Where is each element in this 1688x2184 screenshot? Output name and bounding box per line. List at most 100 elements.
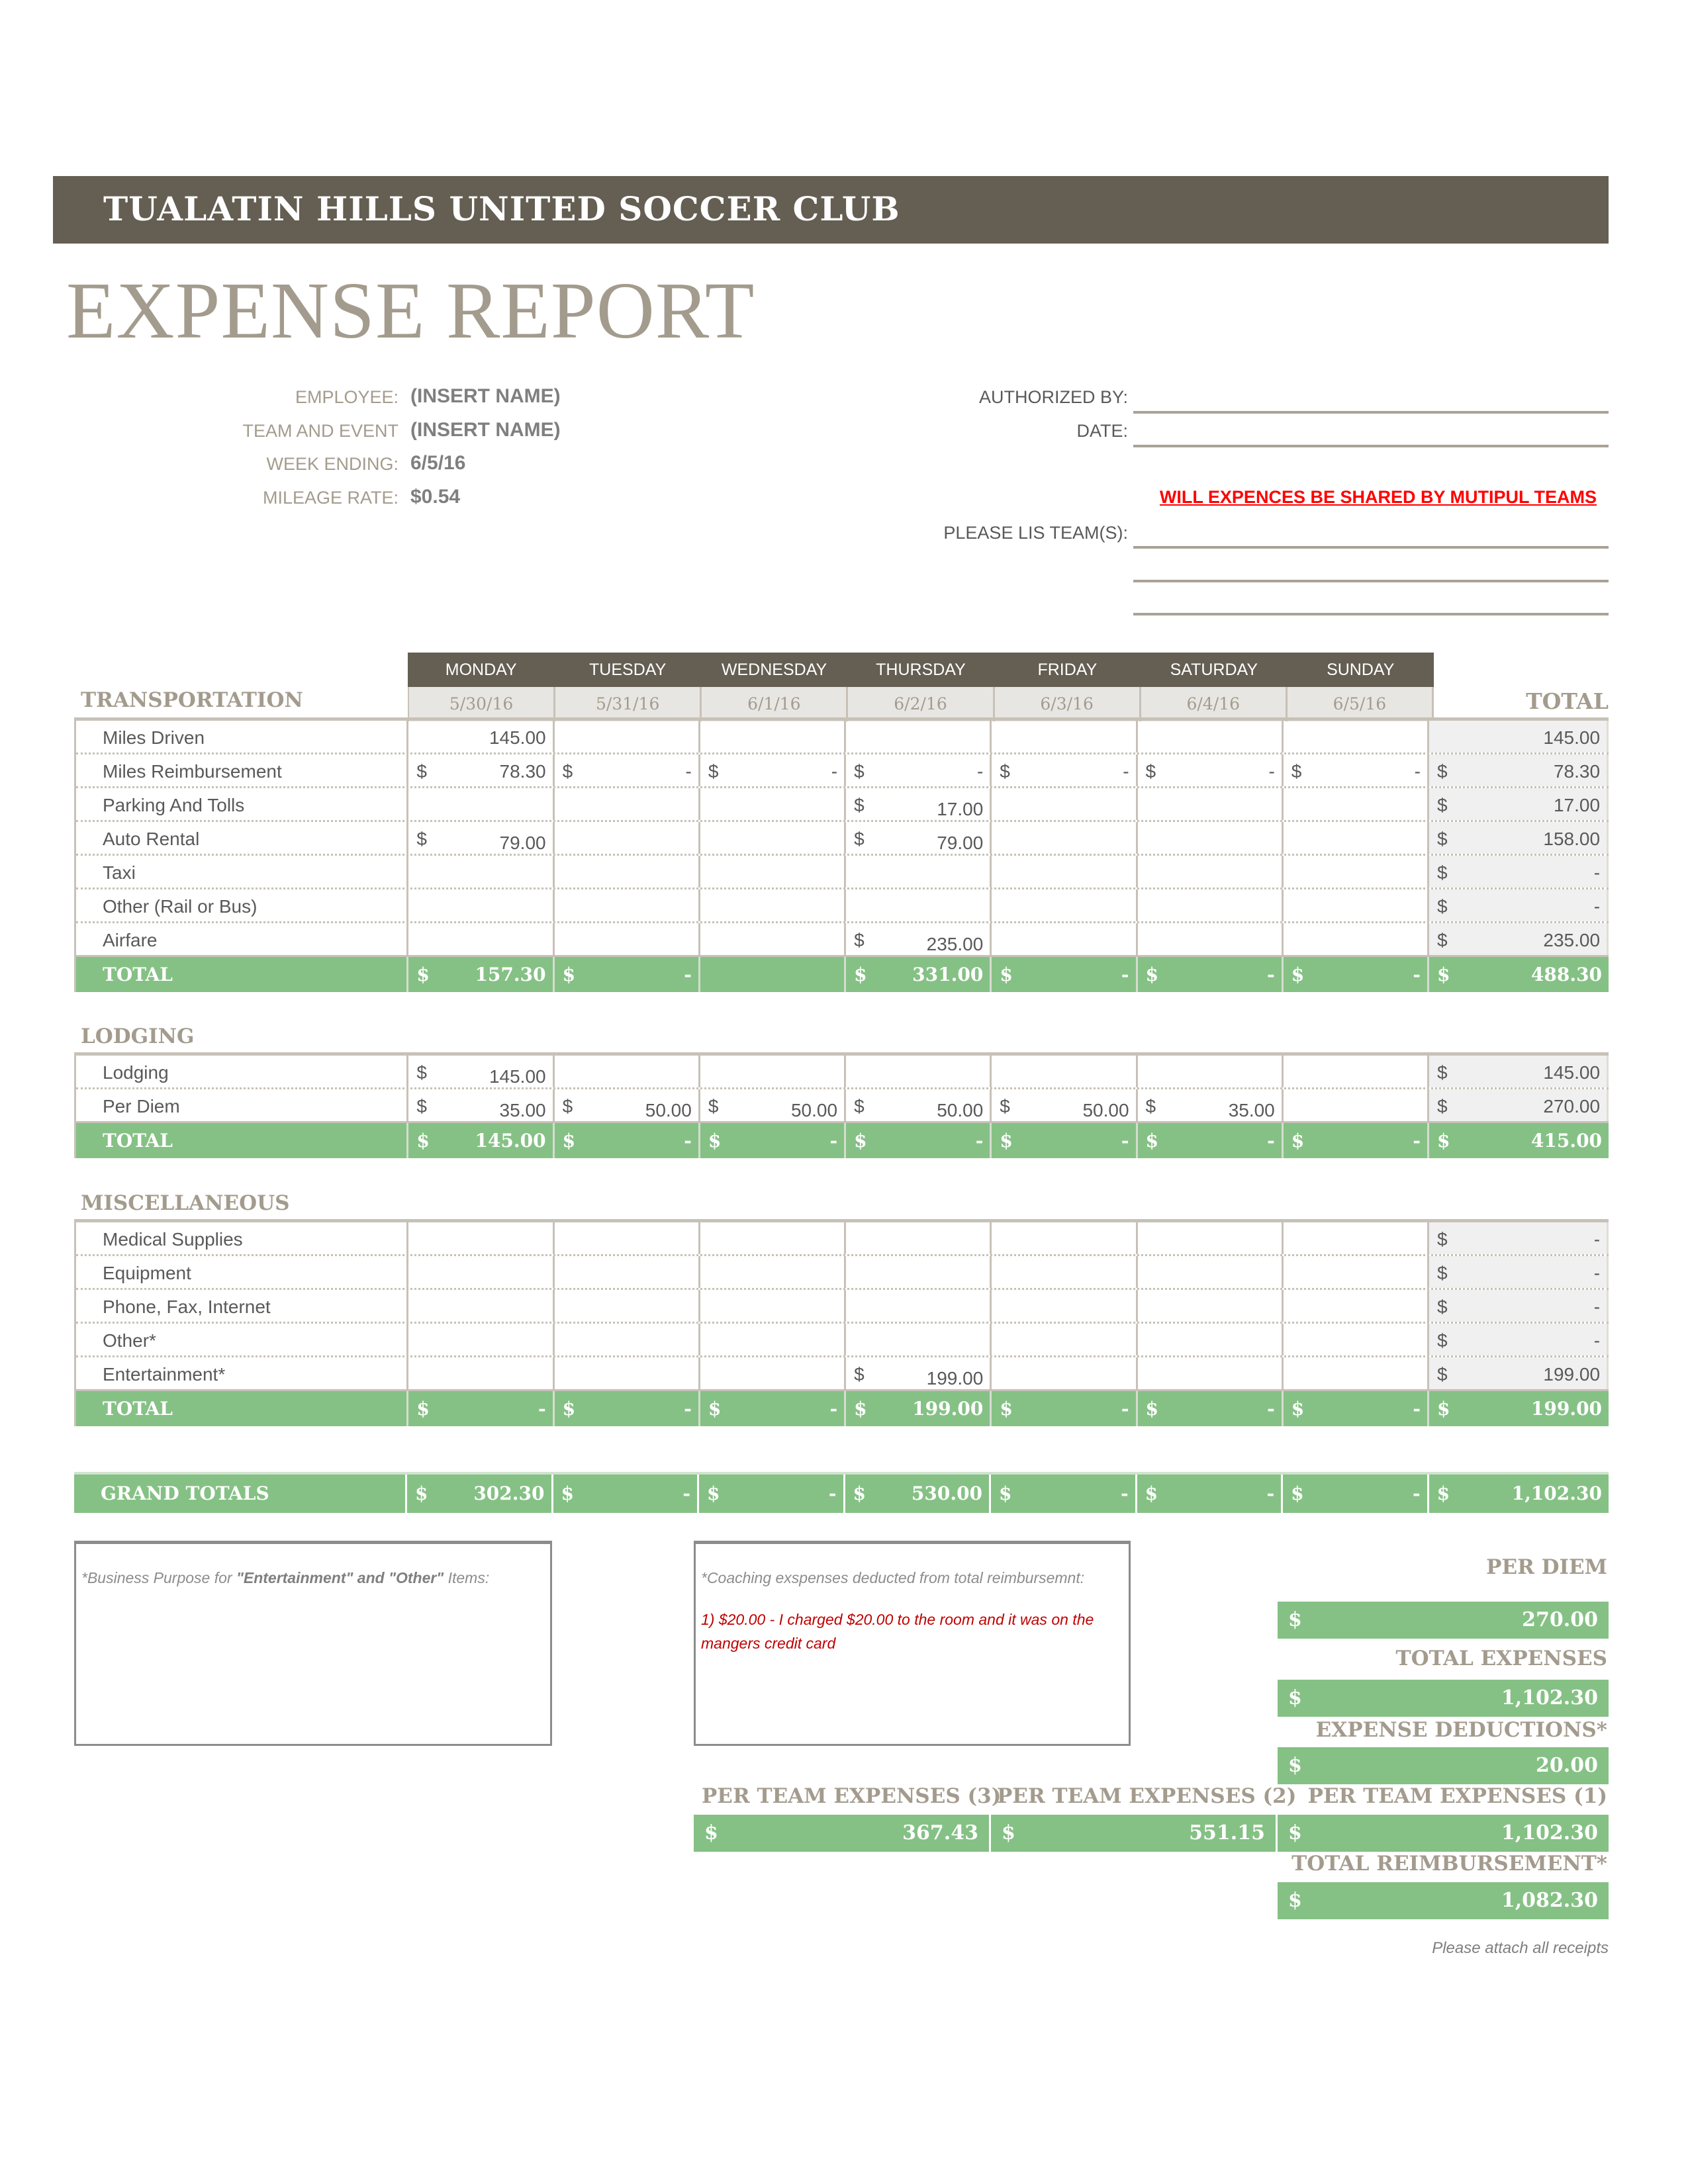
day-cell[interactable] — [1284, 1324, 1429, 1355]
day-cell[interactable] — [555, 721, 700, 752]
day-cell[interactable] — [1138, 856, 1284, 887]
day-cell[interactable] — [555, 788, 700, 820]
day-cell[interactable] — [700, 822, 847, 854]
day-cell[interactable] — [846, 1056, 992, 1087]
day-cell[interactable] — [555, 1357, 700, 1389]
day-cell[interactable]: $78.30 — [408, 754, 555, 786]
day-cell[interactable]: 145.00 — [408, 721, 555, 752]
day-cell[interactable] — [1138, 1290, 1284, 1322]
day-cell[interactable] — [1284, 721, 1429, 752]
day-cell[interactable] — [408, 923, 555, 955]
day-cell[interactable] — [700, 1357, 847, 1389]
team-line-1[interactable] — [1133, 546, 1609, 549]
employee-field[interactable]: (INSERT NAME) — [410, 385, 561, 408]
day-cell[interactable] — [992, 788, 1138, 820]
day-cell[interactable]: $79.00 — [846, 822, 992, 854]
day-cell[interactable] — [555, 822, 700, 854]
day-cell[interactable]: $ - — [700, 754, 847, 786]
day-cell[interactable]: $17.00 — [846, 788, 992, 820]
day-cell[interactable] — [700, 1222, 847, 1254]
day-cell[interactable]: $ - — [846, 754, 992, 786]
day-cell[interactable] — [1284, 1256, 1429, 1288]
date-line[interactable] — [1133, 445, 1609, 447]
day-cell[interactable] — [1138, 1324, 1284, 1355]
day-cell[interactable] — [992, 1256, 1138, 1288]
team-line-2[interactable] — [1133, 580, 1609, 582]
day-cell[interactable] — [555, 1222, 700, 1254]
day-cell[interactable] — [1138, 1056, 1284, 1087]
day-cell[interactable]: $50.00 — [555, 1089, 700, 1121]
day-cell[interactable] — [846, 1222, 992, 1254]
day-cell[interactable]: $ - — [992, 754, 1138, 786]
day-cell[interactable] — [700, 721, 847, 752]
day-cell[interactable] — [1284, 856, 1429, 887]
day-cell[interactable] — [1284, 822, 1429, 854]
mileage-rate-field[interactable]: $0.54 — [410, 486, 460, 508]
day-cell[interactable]: $235.00 — [846, 923, 992, 955]
day-cell[interactable] — [700, 856, 847, 887]
day-cell[interactable] — [408, 1324, 555, 1355]
day-cell[interactable] — [700, 1056, 847, 1087]
day-cell[interactable] — [555, 1324, 700, 1355]
day-cell[interactable] — [1138, 1256, 1284, 1288]
day-cell[interactable] — [1284, 788, 1429, 820]
day-cell[interactable] — [1138, 721, 1284, 752]
day-cell[interactable]: $50.00 — [992, 1089, 1138, 1121]
day-cell[interactable] — [992, 1056, 1138, 1087]
day-cell[interactable]: $ - — [1138, 754, 1284, 786]
day-cell[interactable] — [408, 889, 555, 921]
day-cell[interactable]: $35.00 — [1138, 1089, 1284, 1121]
day-cell[interactable] — [408, 1222, 555, 1254]
day-cell[interactable] — [700, 923, 847, 955]
day-cell[interactable] — [992, 889, 1138, 921]
day-cell[interactable]: $50.00 — [846, 1089, 992, 1121]
day-cell[interactable]: $50.00 — [700, 1089, 847, 1121]
day-cell[interactable] — [846, 1290, 992, 1322]
day-cell[interactable]: $79.00 — [408, 822, 555, 854]
day-cell[interactable] — [700, 788, 847, 820]
day-cell[interactable] — [555, 923, 700, 955]
day-cell[interactable] — [1138, 923, 1284, 955]
day-cell[interactable]: $35.00 — [408, 1089, 555, 1121]
day-cell[interactable] — [1138, 788, 1284, 820]
day-cell[interactable] — [1284, 923, 1429, 955]
day-cell[interactable] — [1284, 1290, 1429, 1322]
day-cell[interactable] — [700, 1324, 847, 1355]
day-cell[interactable]: $ - — [555, 754, 700, 786]
day-cell[interactable] — [846, 721, 992, 752]
day-cell[interactable] — [846, 889, 992, 921]
day-cell[interactable] — [992, 1357, 1138, 1389]
day-cell[interactable] — [408, 856, 555, 887]
day-cell[interactable] — [1138, 1222, 1284, 1254]
day-cell[interactable] — [555, 856, 700, 887]
day-cell[interactable] — [1138, 1357, 1284, 1389]
day-cell[interactable]: $ - — [1284, 754, 1429, 786]
day-cell[interactable] — [700, 889, 847, 921]
day-cell[interactable] — [555, 1256, 700, 1288]
day-cell[interactable] — [992, 1290, 1138, 1322]
day-cell[interactable]: $199.00 — [846, 1357, 992, 1389]
week-ending-field[interactable]: 6/5/16 — [410, 452, 465, 475]
team-event-field[interactable]: (INSERT NAME) — [410, 419, 561, 441]
day-cell[interactable] — [700, 1290, 847, 1322]
day-cell[interactable] — [1284, 1056, 1429, 1087]
day-cell[interactable] — [992, 721, 1138, 752]
authorized-by-line[interactable] — [1133, 411, 1609, 414]
day-cell[interactable] — [1284, 1357, 1429, 1389]
day-cell[interactable] — [555, 1056, 700, 1087]
day-cell[interactable] — [408, 1290, 555, 1322]
day-cell[interactable] — [846, 1324, 992, 1355]
day-cell[interactable] — [992, 1324, 1138, 1355]
day-cell[interactable] — [1284, 889, 1429, 921]
day-cell[interactable] — [555, 889, 700, 921]
coaching-deductions-box[interactable]: *Coaching exspenses deducted from total … — [694, 1541, 1131, 1746]
team-line-3[interactable] — [1133, 613, 1609, 615]
day-cell[interactable] — [1138, 889, 1284, 921]
day-cell[interactable] — [1284, 1089, 1429, 1121]
day-cell[interactable] — [1138, 822, 1284, 854]
day-cell[interactable] — [992, 856, 1138, 887]
day-cell[interactable] — [846, 856, 992, 887]
business-purpose-box[interactable]: *Business Purpose for "Entertainment" an… — [74, 1541, 552, 1746]
day-cell[interactable] — [846, 1256, 992, 1288]
day-cell[interactable]: $145.00 — [408, 1056, 555, 1087]
